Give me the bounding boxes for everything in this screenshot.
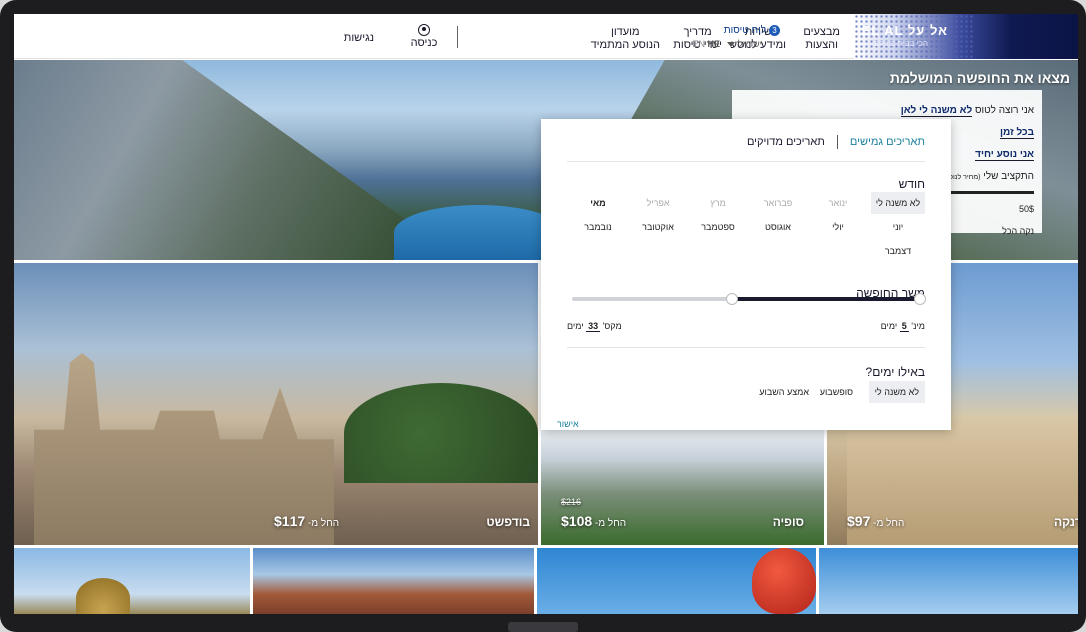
tile-old-price: $216 bbox=[561, 497, 582, 507]
month-section-title: חודש bbox=[898, 177, 925, 191]
month-option[interactable]: לא משנה לי bbox=[871, 192, 925, 214]
month-option[interactable]: ספטמבר bbox=[691, 216, 745, 238]
min-label: מינ' bbox=[911, 321, 925, 331]
month-option[interactable]: אוגוסט bbox=[751, 216, 805, 238]
tile-from-label: החל מ- bbox=[307, 518, 340, 529]
divider bbox=[567, 347, 925, 348]
golden-dome-image bbox=[76, 578, 130, 614]
nav-deals-line1: מבצעים bbox=[803, 26, 840, 38]
duration-range-slider[interactable] bbox=[572, 293, 926, 305]
min-value: 5 bbox=[899, 321, 909, 332]
month-option[interactable]: יולי bbox=[811, 216, 865, 238]
tile-price-value: $117 bbox=[274, 513, 306, 529]
lang-en[interactable]: EN bbox=[692, 39, 705, 49]
divider bbox=[567, 161, 925, 162]
finder-travelers-link[interactable]: אני נוסע יחיד bbox=[975, 149, 1034, 161]
tile-price: החל מ- $117 bbox=[274, 513, 339, 529]
logo-tagline: הכי בבית בעולם bbox=[874, 39, 928, 48]
tile-from-label: החל מ- bbox=[594, 518, 627, 529]
duration-min-readout: מינ' 5 ימים bbox=[880, 321, 925, 332]
month-option[interactable]: דצמבר bbox=[871, 240, 925, 262]
max-label: מקס' bbox=[602, 321, 622, 331]
duration-range-fill bbox=[732, 297, 920, 301]
days-unit: ימים bbox=[880, 321, 898, 331]
tab-flexible-dates[interactable]: תאריכים גמישים bbox=[850, 136, 925, 148]
elal-logo[interactable]: EL AL אל על הכי בבית בעולם bbox=[854, 14, 1078, 59]
date-mode-tabs: תאריכים גמישים תאריכים מדויקים bbox=[747, 135, 925, 149]
tile-destination-name: בודפשט bbox=[486, 515, 530, 529]
user-icon bbox=[418, 24, 430, 36]
chevron-down-icon bbox=[727, 42, 736, 48]
finder-budget-label: התקציב שלי bbox=[983, 171, 1034, 182]
nav-accessibility[interactable]: נגישות bbox=[344, 32, 374, 45]
days-option-midweek[interactable]: אמצע השבוע bbox=[753, 381, 815, 403]
nav-club-line1: מועדון bbox=[610, 26, 640, 38]
flight-status-link[interactable]: 3לוח טיסות bbox=[724, 25, 780, 36]
tile-price-value: $97 bbox=[847, 513, 871, 529]
hot-air-balloon-image bbox=[752, 548, 816, 614]
finder-destination-link[interactable]: לא משנה לי לאן bbox=[900, 105, 973, 117]
tab-divider bbox=[836, 135, 838, 149]
days-section-title: באילו ימים? bbox=[865, 365, 925, 379]
finder-destination-prefix: אני רוצה לטוס bbox=[974, 105, 1034, 116]
lang-he[interactable]: HE bbox=[707, 39, 720, 49]
month-option[interactable]: אפריל bbox=[631, 192, 685, 214]
destination-tile-bottom-2[interactable] bbox=[253, 548, 534, 614]
destination-tile-bottom-3[interactable] bbox=[537, 548, 816, 614]
date-picker-popup: תאריכים גמישים תאריכים מדויקים חודש לא מש… bbox=[541, 119, 951, 430]
hero-lake bbox=[394, 205, 564, 260]
browser-screen: EL AL אל על הכי בבית בעולם מבצעים והצעות… bbox=[14, 14, 1078, 614]
tile-price-value: $108 bbox=[561, 513, 593, 529]
nav-deals-line2: והצעות bbox=[805, 39, 839, 51]
flight-status-count: 3 bbox=[769, 25, 780, 36]
month-option[interactable]: מרץ bbox=[691, 192, 745, 214]
tile-price: החל מ- $97 bbox=[847, 513, 904, 529]
tile-from-label: החל מ- bbox=[873, 518, 905, 529]
device-stand bbox=[508, 622, 578, 632]
flight-status-label: לוח טיסות bbox=[723, 25, 766, 36]
days-unit: ימים bbox=[567, 321, 584, 331]
tile-destination-name: סופיה bbox=[772, 515, 804, 529]
country-label: ישראל bbox=[738, 39, 762, 49]
duration-max-handle[interactable] bbox=[726, 293, 738, 305]
nav-deals[interactable]: מבצעים והצעות bbox=[803, 26, 840, 52]
tile-price: החל מ- $108 bbox=[561, 513, 626, 529]
duration-max-readout: מקס' 33 ימים bbox=[567, 321, 622, 332]
finder-when-link[interactable]: בכל זמן bbox=[1000, 127, 1034, 139]
nav-club[interactable]: מועדון הנוסע המתמיד bbox=[591, 26, 660, 52]
login-label: כניסה bbox=[410, 37, 438, 49]
duration-min-handle[interactable] bbox=[914, 293, 926, 305]
tile-destination-name: לרנקה bbox=[1054, 515, 1078, 529]
destination-tile-budapest[interactable]: בודפשט החל מ- $117 bbox=[14, 263, 538, 545]
month-option[interactable]: אוקטובר bbox=[631, 216, 685, 238]
budapest-trees-image bbox=[344, 383, 538, 483]
login-button[interactable]: כניסה bbox=[408, 24, 440, 49]
tab-exact-dates[interactable]: תאריכים מדויקים bbox=[747, 136, 825, 148]
confirm-button[interactable]: אישור bbox=[557, 419, 579, 429]
language-switch[interactable]: EN HE bbox=[692, 39, 720, 49]
destination-tile-bottom-1[interactable] bbox=[14, 548, 250, 614]
month-option[interactable]: מאי bbox=[571, 192, 625, 214]
nav-separator bbox=[457, 26, 458, 48]
site-header: EL AL אל על הכי בבית בעולם מבצעים והצעות… bbox=[14, 14, 1078, 59]
logo-text: EL AL אל על bbox=[861, 23, 948, 38]
country-selector[interactable]: ישראל bbox=[727, 39, 762, 49]
nav-guide-line1: מדריך bbox=[683, 26, 712, 38]
days-option-any[interactable]: לא משנה לי bbox=[868, 381, 925, 403]
month-option[interactable]: ינואר bbox=[811, 192, 865, 214]
month-option[interactable]: פברואר bbox=[751, 192, 805, 214]
hero-mountain-left bbox=[14, 60, 434, 260]
nav-club-line2: הנוסע המתמיד bbox=[590, 39, 660, 51]
max-value: 33 bbox=[586, 321, 601, 332]
month-option[interactable]: יוני bbox=[871, 216, 925, 238]
month-option[interactable]: נובמבר bbox=[571, 216, 625, 238]
hero-title: מצאו את החופשה המושלמת bbox=[889, 70, 1070, 86]
destination-tile-bottom-4[interactable] bbox=[819, 548, 1078, 614]
destination-tile-sofia[interactable]: סופיה $216 החל מ- $108 bbox=[541, 430, 824, 545]
days-option-weekend[interactable]: סופשבוע bbox=[814, 381, 859, 403]
